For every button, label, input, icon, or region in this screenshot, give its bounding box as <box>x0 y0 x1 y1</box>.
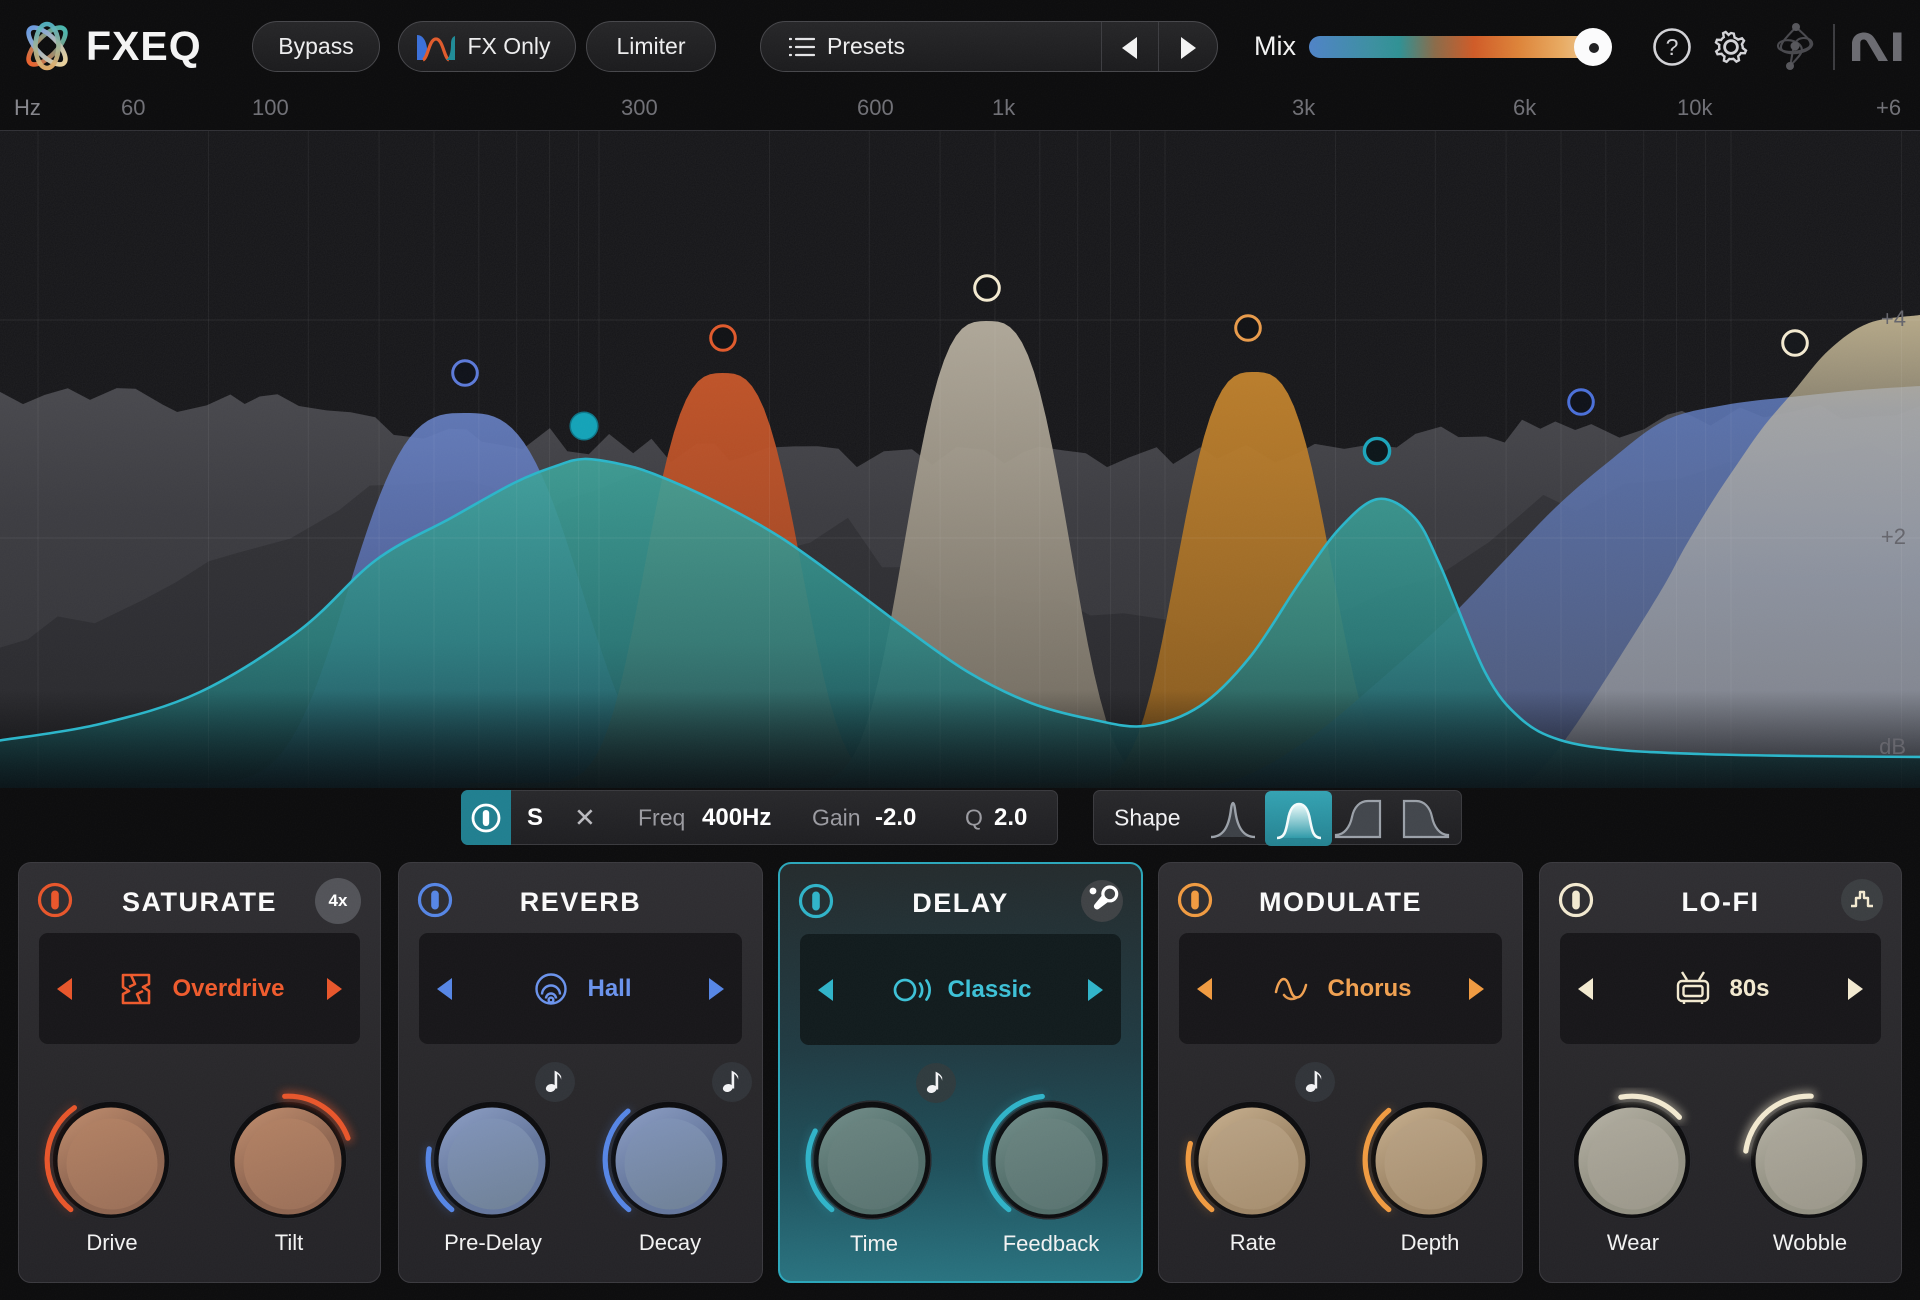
svg-text:dB: dB <box>1879 734 1906 759</box>
svg-text:+2: +2 <box>1881 524 1906 549</box>
svg-text:+4: +4 <box>1881 306 1906 331</box>
svg-text:?: ? <box>1666 34 1679 60</box>
